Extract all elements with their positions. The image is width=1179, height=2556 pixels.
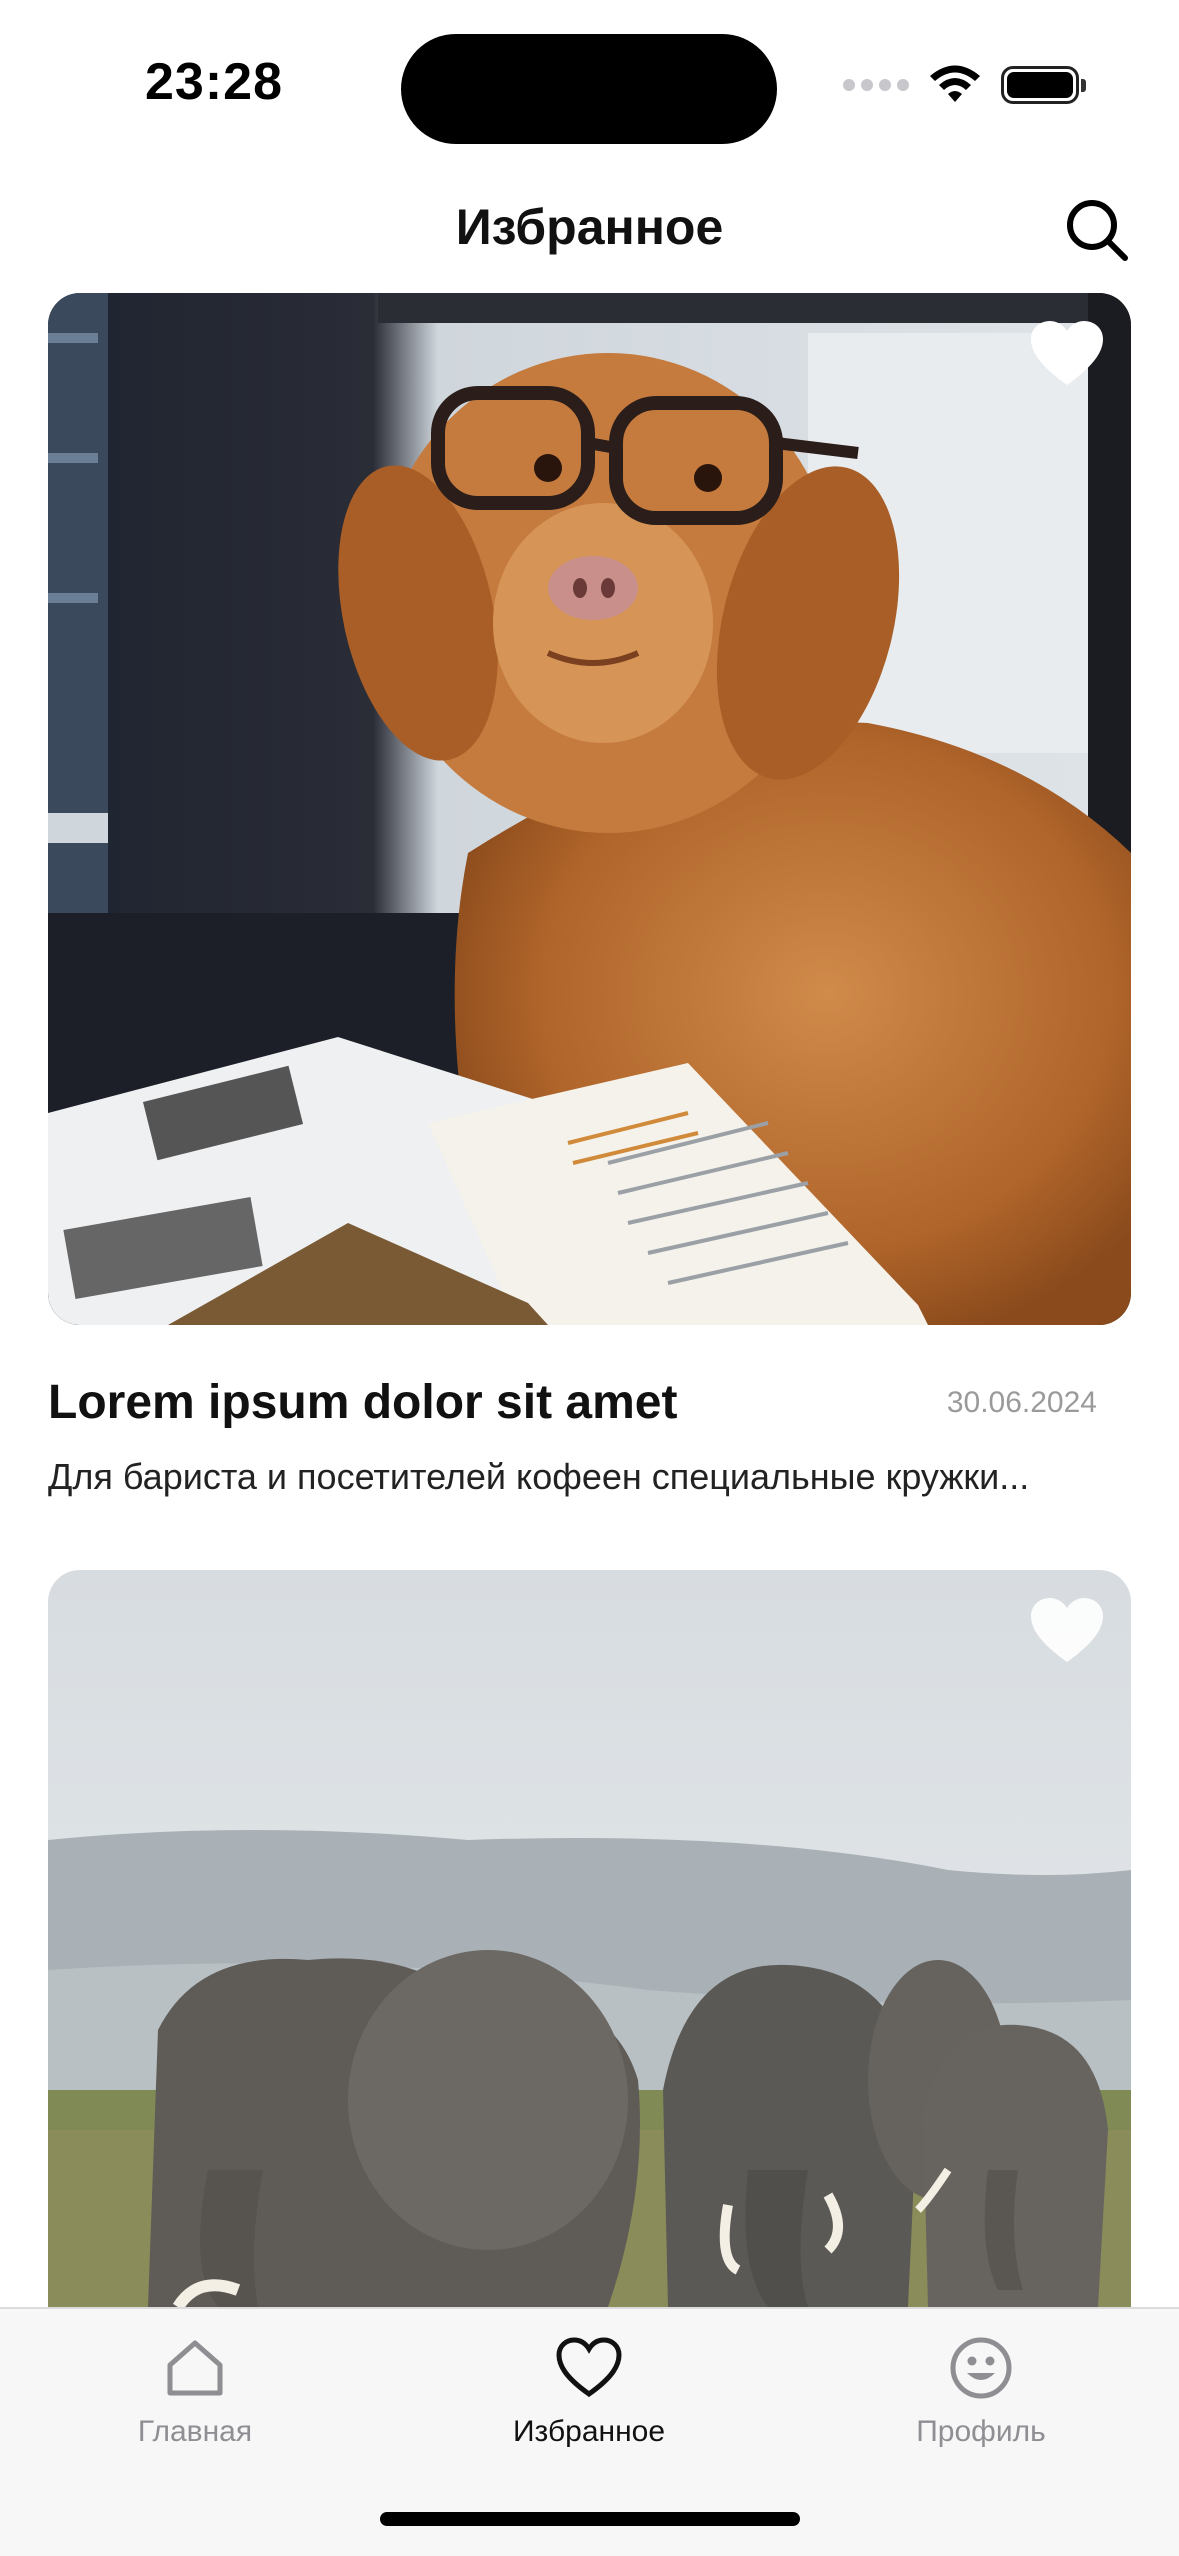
card-description: Для бариста и посетителей кофеен специал… (48, 1456, 1030, 1497)
card-title: Lorem ipsum dolor sit amet (48, 1376, 678, 1429)
heart-filled-icon (1031, 1598, 1103, 1662)
tab-label: Главная (137, 2415, 253, 2448)
page-title: Избранное (455, 199, 724, 255)
dog-with-glasses-photo (48, 293, 1131, 1325)
status-bar: 23:28 (0, 0, 1179, 170)
tab-label: Избранное (512, 2415, 666, 2448)
tab-favorites[interactable]: Избранное (439, 2337, 739, 2449)
card-image[interactable] (48, 1570, 1131, 2307)
battery-icon (1001, 66, 1086, 104)
card-image[interactable] (48, 293, 1131, 1325)
status-icons (843, 60, 1086, 110)
favorite-button[interactable] (1029, 319, 1105, 389)
cellular-signal-icon (843, 79, 909, 91)
tab-label: Профиль (916, 2415, 1046, 2448)
favorite-button[interactable] (1029, 1596, 1105, 1666)
card-date: 30.06.2024 (946, 1386, 1097, 1419)
heart-outline-icon (556, 2337, 622, 2398)
wifi-icon (930, 65, 980, 102)
dynamic-island (401, 34, 777, 144)
smiley-icon (950, 2337, 1012, 2399)
home-indicator[interactable] (380, 2512, 800, 2526)
header: Избранное (0, 180, 1179, 280)
home-icon (167, 2340, 223, 2396)
heart-filled-icon (1031, 321, 1103, 385)
elephants-photo (48, 1570, 1131, 2307)
search-icon (1067, 200, 1128, 261)
status-time: 23:28 (145, 53, 283, 111)
tab-profile[interactable]: Профиль (831, 2337, 1131, 2449)
tab-home[interactable]: Главная (45, 2337, 345, 2449)
search-button[interactable] (1061, 194, 1133, 266)
